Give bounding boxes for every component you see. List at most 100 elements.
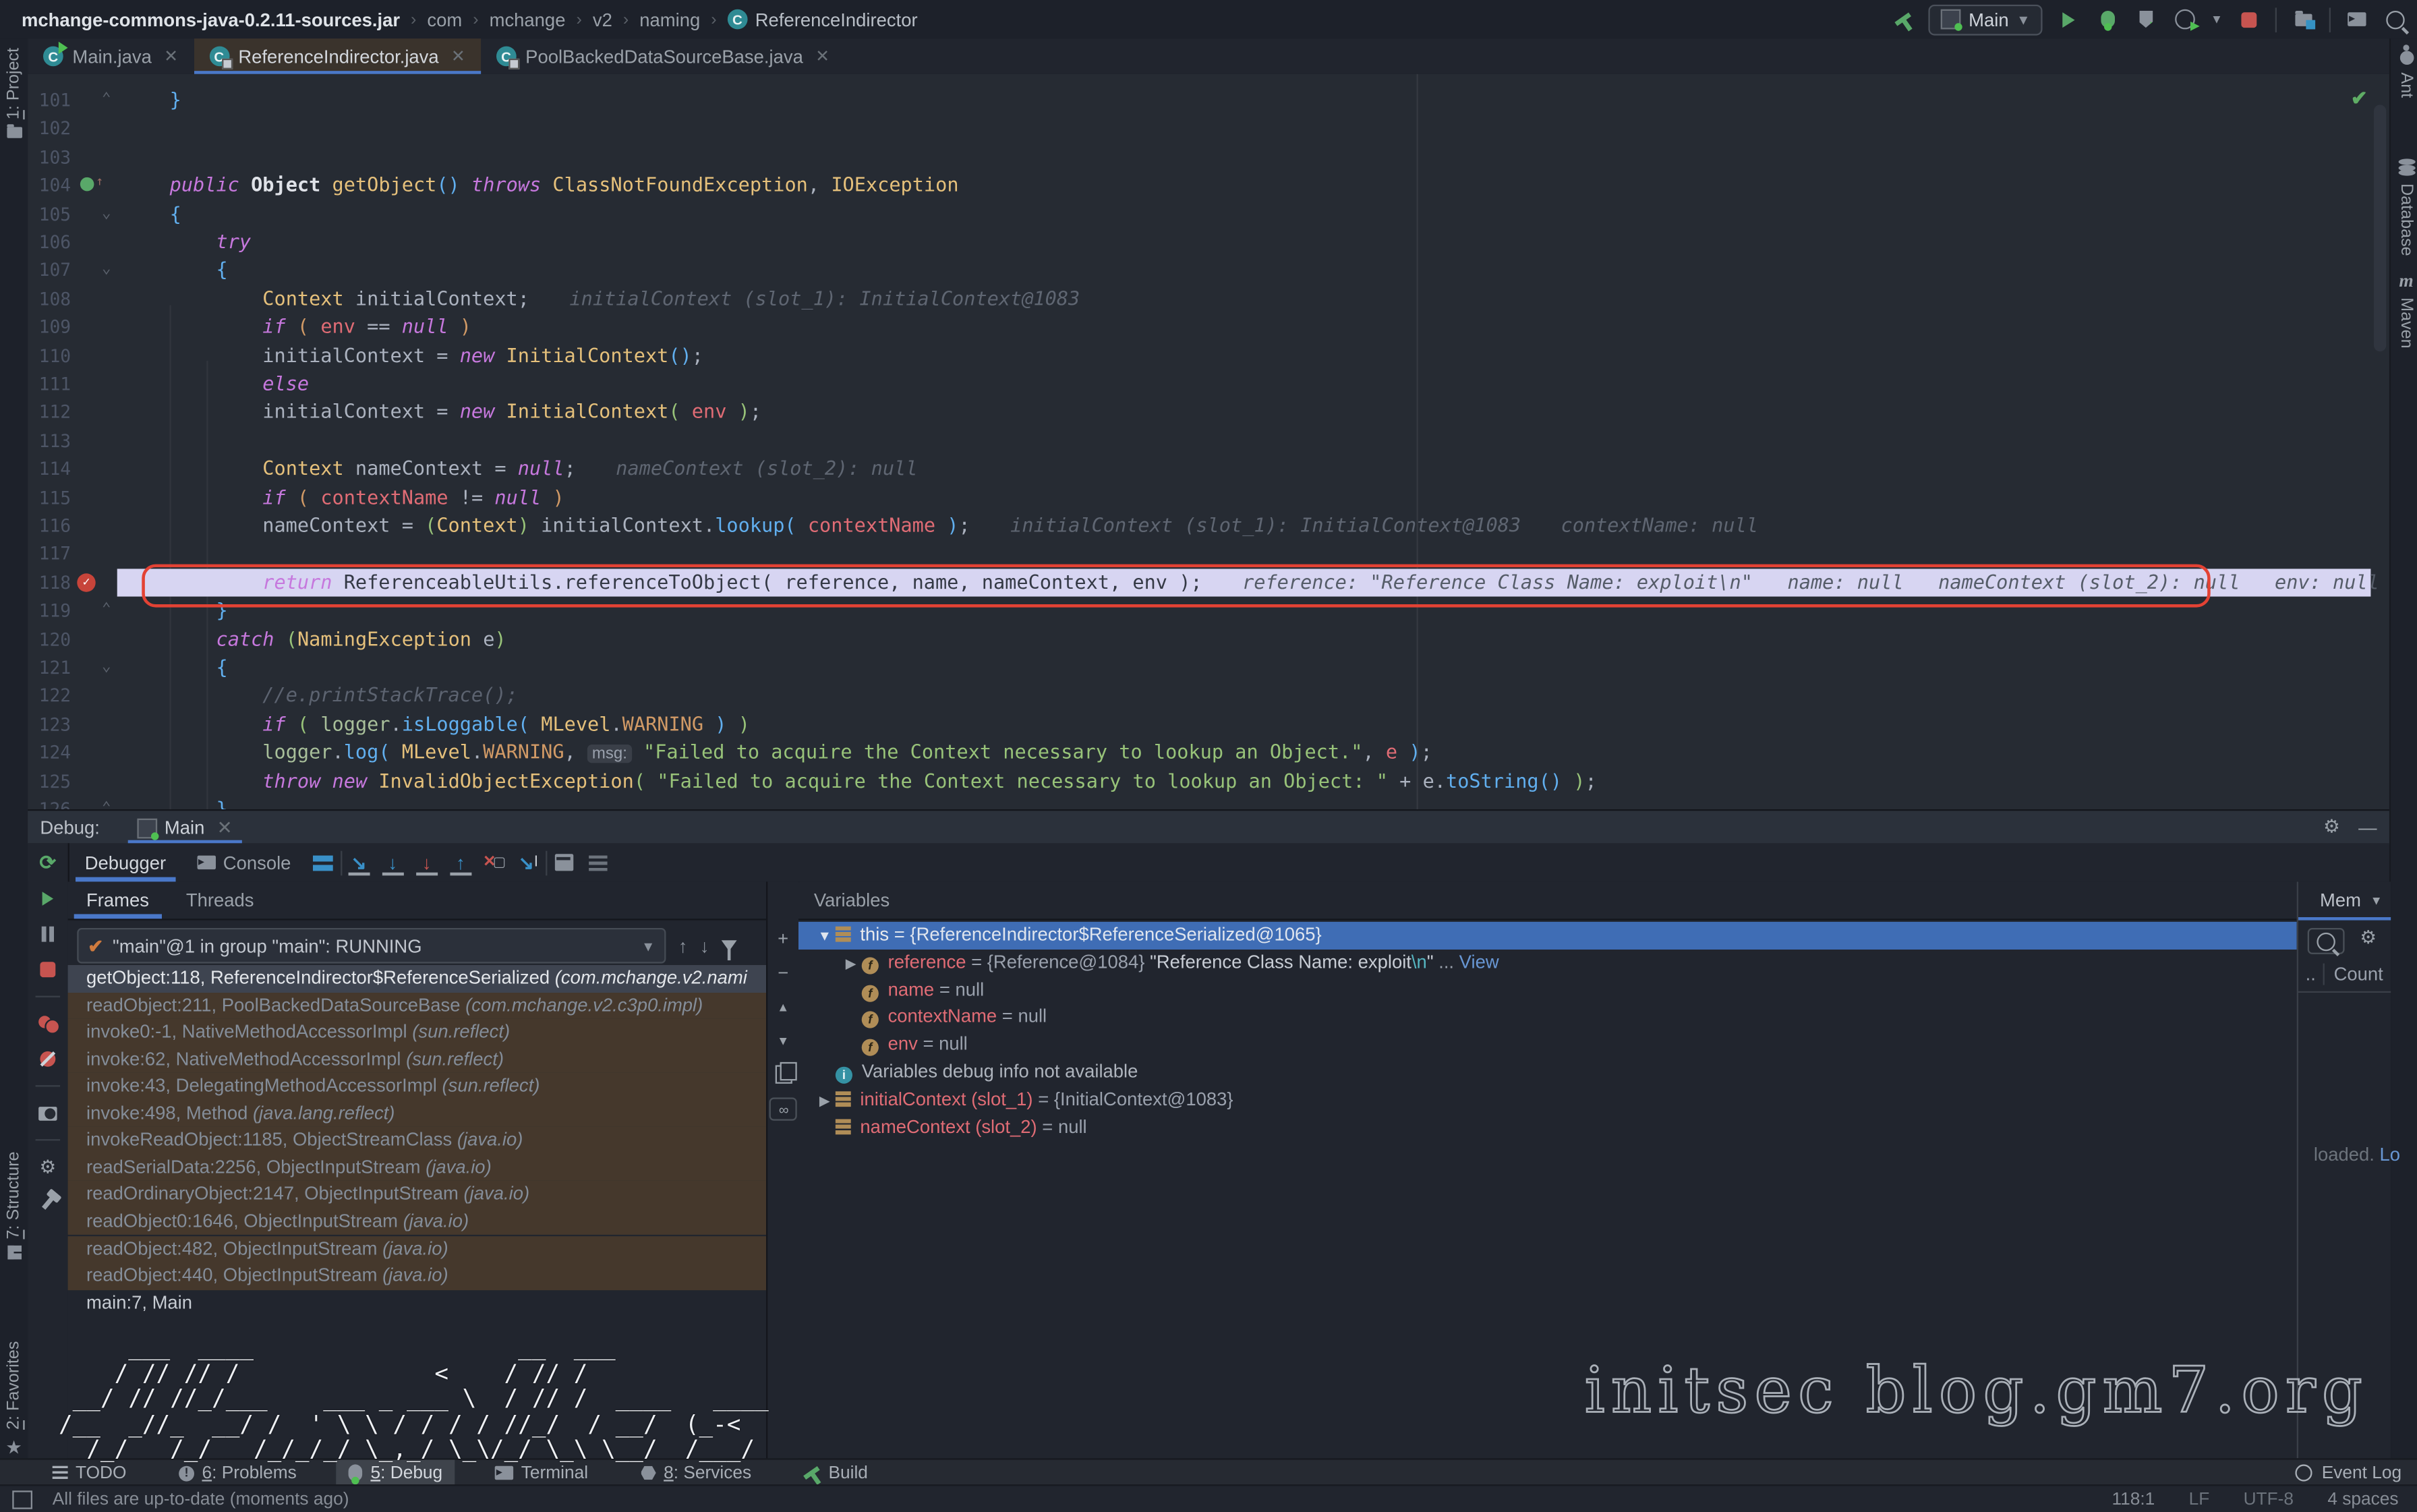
code-line-108[interactable]: 108 Context initialContext;initialContex… bbox=[28, 285, 2389, 313]
code-line-112[interactable]: 112 initialContext = new InitialContext(… bbox=[28, 399, 2389, 427]
indent-setting[interactable]: 4 spaces bbox=[2327, 1490, 2398, 1508]
code-line-115[interactable]: 115 if ( contextName != null ) bbox=[28, 484, 2389, 512]
frame-row[interactable]: invoke:498, Method (java.lang.reflect) bbox=[68, 1100, 766, 1127]
view-breakpoints-icon[interactable] bbox=[37, 1013, 59, 1035]
toolwindow-button-debug[interactable]: 5: Debug bbox=[337, 1460, 455, 1486]
code-line-121[interactable]: 121⌄ { bbox=[28, 653, 2389, 682]
code-line-107[interactable]: 107⌄ { bbox=[28, 256, 2389, 285]
view-link[interactable]: View bbox=[1459, 951, 1499, 972]
tab-memory[interactable]: Mem ▼ bbox=[2298, 881, 2391, 920]
hide-panel-icon[interactable]: — bbox=[2358, 817, 2377, 838]
line-number[interactable]: 105 bbox=[28, 200, 71, 228]
code-line-106[interactable]: 106 try bbox=[28, 228, 2389, 256]
line-number[interactable]: 113 bbox=[28, 427, 71, 455]
thread-selector[interactable]: ✔ "main"@1 in group "main": RUNNING ▼ bbox=[77, 928, 666, 964]
variable-row[interactable]: nameContext (slot_2) = null bbox=[798, 1114, 2297, 1142]
line-number[interactable]: 124 bbox=[28, 738, 71, 767]
add-watch-icon[interactable]: + bbox=[772, 928, 794, 950]
code-line-109[interactable]: 109 if ( env == null ) bbox=[28, 313, 2389, 341]
run-button[interactable] bbox=[2056, 7, 2081, 32]
show-watches-icon[interactable]: ∞ bbox=[769, 1097, 797, 1120]
frame-row[interactable]: invoke0:-1, NativeMethodAccessorImpl (su… bbox=[68, 1019, 766, 1046]
editor-tab[interactable]: CReferenceIndirector.java✕ bbox=[194, 38, 481, 74]
code-editor[interactable]: 101⌃ }102103104 public Object getObject(… bbox=[28, 74, 2389, 809]
line-number[interactable]: 103 bbox=[28, 143, 71, 171]
line-number[interactable]: 109 bbox=[28, 313, 71, 341]
line-number[interactable]: 116 bbox=[28, 512, 71, 540]
evaluate-expression-icon[interactable] bbox=[547, 848, 581, 876]
sidebar-item-maven[interactable]: m Maven bbox=[2392, 270, 2417, 349]
filter-icon[interactable] bbox=[722, 940, 737, 951]
chevron-right-icon[interactable]: ▶ bbox=[840, 951, 862, 979]
step-over-icon[interactable]: ↓ bbox=[376, 848, 409, 876]
run-to-cursor-icon[interactable]: ↘I bbox=[511, 848, 545, 876]
toolwindow-button-terminal[interactable]: ▸Terminal bbox=[483, 1460, 601, 1486]
close-icon[interactable]: ✕ bbox=[451, 47, 465, 67]
code-line-119[interactable]: 119⌃ } bbox=[28, 597, 2389, 625]
toolwindow-toggle-icon[interactable] bbox=[12, 1490, 32, 1508]
fold-marker-icon[interactable]: ⌄ bbox=[102, 653, 111, 682]
tab-console[interactable]: ▸ Console bbox=[181, 843, 306, 881]
code-line-124[interactable]: 124 logger.log( MLevel.WARNING, msg: "Fa… bbox=[28, 738, 2389, 767]
force-step-into-icon[interactable]: ↓ bbox=[409, 848, 443, 876]
stop-debug-icon[interactable] bbox=[37, 959, 59, 981]
profiler-chevron-icon[interactable]: ▼ bbox=[2211, 12, 2223, 26]
line-number[interactable]: 118 bbox=[28, 569, 71, 597]
tab-debugger[interactable]: Debugger bbox=[69, 843, 181, 881]
line-number[interactable]: 111 bbox=[28, 370, 71, 399]
line-number[interactable]: 123 bbox=[28, 710, 71, 738]
line-number[interactable]: 112 bbox=[28, 399, 71, 427]
build-hammer-icon[interactable] bbox=[1890, 7, 1915, 32]
frame-row[interactable]: readObject:440, ObjectInputStream (java.… bbox=[68, 1262, 766, 1289]
remove-watch-icon[interactable]: − bbox=[772, 962, 794, 983]
project-structure-icon[interactable] bbox=[2291, 7, 2316, 32]
line-number[interactable]: 107 bbox=[28, 256, 71, 285]
prev-frame-icon[interactable]: ↑ bbox=[678, 935, 688, 956]
fold-marker-icon[interactable]: ⌃ bbox=[102, 86, 111, 115]
variable-row[interactable]: fcontextName = null bbox=[798, 1004, 2297, 1032]
memory-settings-icon[interactable]: ⚙ bbox=[2360, 928, 2377, 946]
line-ending[interactable]: LF bbox=[2189, 1490, 2210, 1508]
next-frame-icon[interactable]: ↓ bbox=[700, 935, 709, 956]
search-everywhere-icon[interactable] bbox=[2383, 7, 2408, 32]
breadcrumb-segment[interactable]: com bbox=[427, 9, 462, 30]
code-line-102[interactable]: 102 bbox=[28, 115, 2389, 143]
line-number[interactable]: 122 bbox=[28, 682, 71, 710]
toolwindow-button-problems[interactable]: !6: Problems bbox=[167, 1460, 309, 1486]
pause-icon[interactable] bbox=[37, 923, 59, 945]
line-number[interactable]: 120 bbox=[28, 625, 71, 653]
gear-icon[interactable]: ⚙ bbox=[2323, 817, 2340, 838]
fold-marker-icon[interactable]: ⌄ bbox=[102, 256, 111, 285]
line-number[interactable]: 114 bbox=[28, 455, 71, 484]
line-number[interactable]: 115 bbox=[28, 484, 71, 512]
frame-row[interactable]: readObject0:1646, ObjectInputStream (jav… bbox=[68, 1209, 766, 1235]
debug-button[interactable] bbox=[2095, 7, 2120, 32]
frame-row[interactable]: readOrdinaryObject:2147, ObjectInputStre… bbox=[68, 1182, 766, 1209]
sidebar-item-favorites[interactable]: 2: Favorites ★ bbox=[0, 1341, 28, 1458]
file-encoding[interactable]: UTF-8 bbox=[2244, 1490, 2294, 1508]
memory-count-column[interactable]: Count bbox=[2325, 964, 2383, 985]
memory-load-link[interactable]: Lo bbox=[2380, 1144, 2401, 1165]
toolwindow-button-build[interactable]: Build bbox=[792, 1460, 881, 1486]
breadcrumb-segment[interactable]: mchange bbox=[490, 9, 566, 30]
code-line-125[interactable]: 125 throw new InvalidObjectException( "F… bbox=[28, 767, 2389, 795]
memory-search-button[interactable] bbox=[2308, 928, 2345, 954]
frame-row[interactable]: readObject:482, ObjectInputStream (java.… bbox=[68, 1235, 766, 1262]
code-line-101[interactable]: 101⌃ } bbox=[28, 86, 2389, 115]
inspections-ok-icon[interactable]: ✔ bbox=[2351, 86, 2368, 111]
line-number[interactable]: 125 bbox=[28, 767, 71, 795]
tab-threads[interactable]: Threads bbox=[167, 881, 272, 919]
thread-dump-icon[interactable] bbox=[37, 1102, 59, 1124]
duplicate-watch-icon[interactable] bbox=[772, 1064, 794, 1085]
event-log-button[interactable]: Event Log bbox=[2296, 1463, 2401, 1482]
close-icon[interactable]: ✕ bbox=[815, 47, 829, 67]
variable-row[interactable]: ▼this = {ReferenceIndirector$ReferenceSe… bbox=[798, 922, 2297, 950]
frame-row[interactable]: invokeReadObject:1185, ObjectStreamClass… bbox=[68, 1128, 766, 1155]
sidebar-item-ant[interactable]: Ant bbox=[2392, 51, 2417, 98]
override-method-icon[interactable] bbox=[80, 177, 94, 192]
code-line-122[interactable]: 122 //e.printStackTrace(); bbox=[28, 682, 2389, 710]
line-number[interactable]: 121 bbox=[28, 653, 71, 682]
code-line-104[interactable]: 104 public Object getObject() throws Cla… bbox=[28, 171, 2389, 200]
frame-row[interactable]: readSerialData:2256, ObjectInputStream (… bbox=[68, 1155, 766, 1182]
stop-button[interactable] bbox=[2237, 7, 2262, 32]
